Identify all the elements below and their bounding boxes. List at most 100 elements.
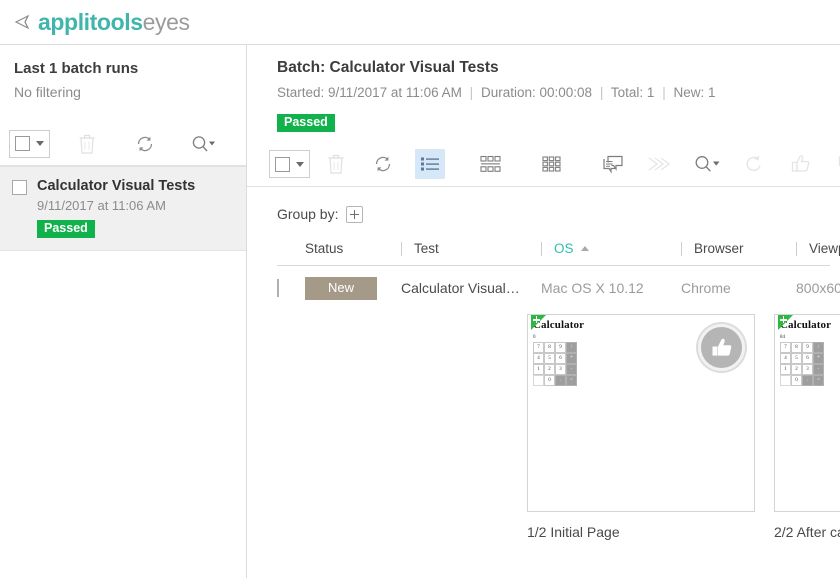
key: .: [555, 375, 566, 386]
key: .: [802, 375, 813, 386]
started-label: Started:: [277, 85, 324, 100]
sidebar-delete-button[interactable]: [72, 129, 102, 159]
batch-forward-button[interactable]: [645, 149, 675, 179]
meta-separator-2: |: [596, 85, 608, 100]
key: 0: [544, 375, 555, 386]
column-header-browser[interactable]: Browser: [681, 241, 796, 256]
column-header-browser-label: Browser: [694, 241, 744, 256]
sidebar: Last 1 batch runs No filtering: [0, 45, 247, 578]
batch-item-content: Calculator Visual Tests 9/11/2017 at 11:…: [37, 177, 195, 238]
key: -: [566, 364, 577, 375]
thumbnail-image[interactable]: Calculator 84 7 8 9 / 4 5 6 * 1 2 3: [774, 314, 840, 512]
key: 7: [533, 342, 544, 353]
checkbox-dropdown-icon: [269, 150, 310, 178]
list-view-button[interactable]: [415, 149, 445, 179]
duration-value: 00:00:08: [540, 85, 593, 100]
total-label: Total:: [611, 85, 643, 100]
sidebar-select-all-dropdown[interactable]: [14, 129, 44, 159]
calculator-keypad: 7 8 9 / 4 5 6 * 1 2 3 - 0 .: [533, 342, 577, 386]
new-plus-ribbon-icon: [531, 315, 546, 330]
key: 8: [544, 342, 555, 353]
column-header-status[interactable]: Status: [305, 241, 401, 256]
key: 0: [791, 375, 802, 386]
logo-text-secondary: eyes: [143, 9, 190, 35]
medium-grid-icon: [478, 153, 504, 175]
row-checkbox[interactable]: [277, 279, 279, 297]
thumbs-down-button[interactable]: [833, 149, 840, 179]
list-view-icon: [418, 153, 442, 175]
medium-grid-view-button[interactable]: [476, 149, 506, 179]
key: 8: [791, 342, 802, 353]
refresh-button[interactable]: [368, 149, 398, 179]
row-test-name: Calculator Visual…: [401, 280, 541, 296]
column-divider: [681, 242, 682, 256]
column-header-viewport[interactable]: Viewport: [796, 241, 840, 256]
key: 2: [544, 364, 555, 375]
refresh-icon: [134, 133, 156, 155]
key: [533, 375, 544, 386]
group-by-label: Group by:: [277, 206, 338, 222]
key: -: [813, 364, 824, 375]
batch-item-checkbox[interactable]: [12, 180, 27, 195]
calculator-display: 0: [533, 335, 536, 340]
delete-button[interactable]: [321, 149, 351, 179]
sidebar-filter-status: No filtering: [14, 82, 232, 102]
column-header-os[interactable]: OS: [541, 241, 681, 256]
thumbnail-caption: 1/2 Initial Page: [527, 523, 755, 541]
batch-title: Batch: Calculator Visual Tests: [277, 57, 840, 78]
search-dropdown-icon: [190, 133, 216, 155]
sidebar-refresh-button[interactable]: [130, 129, 160, 159]
comments-button[interactable]: [598, 149, 628, 179]
plus-icon[interactable]: [346, 206, 363, 223]
group-by-bar: Group by:: [247, 187, 840, 227]
meta-separator-3: |: [658, 85, 670, 100]
key: /: [566, 342, 577, 353]
comments-icon: [600, 153, 626, 175]
search-dropdown[interactable]: [692, 149, 722, 179]
duration-label: Duration:: [481, 85, 536, 100]
batch-item-name: Calculator Visual Tests: [37, 177, 195, 195]
app-logo[interactable]: applitoolseyes: [38, 11, 190, 34]
new-plus-ribbon-icon: [778, 315, 793, 330]
new-value: 1: [708, 85, 716, 100]
small-grid-view-button[interactable]: [537, 149, 567, 179]
thumbs-up-overlay-button[interactable]: [698, 324, 745, 371]
sidebar-search-dropdown[interactable]: [188, 129, 218, 159]
thumbs-down-icon: [836, 153, 840, 175]
column-header-viewport-label: Viewport: [809, 241, 840, 256]
batch-status-badge: Passed: [277, 114, 335, 132]
column-header-test[interactable]: Test: [401, 241, 541, 256]
search-dropdown-icon: [693, 153, 721, 175]
trash-icon: [77, 133, 97, 155]
thumbnail-image[interactable]: Calculator 0 7 8 9 / 4 5 6 * 1 2 3: [527, 314, 755, 512]
chevron-down-icon: [36, 141, 44, 146]
key: =: [813, 375, 824, 386]
undo-button[interactable]: [739, 149, 769, 179]
select-all-dropdown[interactable]: [274, 149, 304, 179]
key: 6: [555, 353, 566, 364]
key: [780, 375, 791, 386]
key: 4: [780, 353, 791, 364]
key: 5: [791, 353, 802, 364]
key: 7: [780, 342, 791, 353]
sidebar-batch-item[interactable]: Calculator Visual Tests 9/11/2017 at 11:…: [0, 166, 246, 251]
column-header-status-label: Status: [305, 241, 343, 256]
sidebar-toolbar: [0, 122, 246, 166]
main-panel: Batch: Calculator Visual Tests Started: …: [247, 45, 840, 578]
row-os: Mac OS X 10.12: [541, 280, 681, 296]
key: /: [813, 342, 824, 353]
sidebar-title: Last 1 batch runs: [14, 59, 232, 79]
column-divider: [796, 242, 797, 256]
thumbnail-caption: 2/2 After calculating 42 * 2 =: [774, 523, 840, 541]
batch-item-status-badge: Passed: [37, 220, 95, 238]
chevrons-right-icon: [645, 153, 675, 175]
main-toolbar: [247, 142, 840, 187]
key: =: [566, 375, 577, 386]
row-status-cell: New: [305, 277, 401, 300]
batch-summary: Batch: Calculator Visual Tests Started: …: [247, 45, 840, 142]
calculator-keypad: 7 8 9 / 4 5 6 * 1 2 3 - 0 .: [780, 342, 824, 386]
thumbs-up-icon: [789, 153, 813, 175]
table-row[interactable]: New Calculator Visual… Mac OS X 10.12 Ch…: [277, 266, 830, 310]
row-viewport: 800x600: [796, 280, 840, 296]
thumbs-up-button[interactable]: [786, 149, 816, 179]
